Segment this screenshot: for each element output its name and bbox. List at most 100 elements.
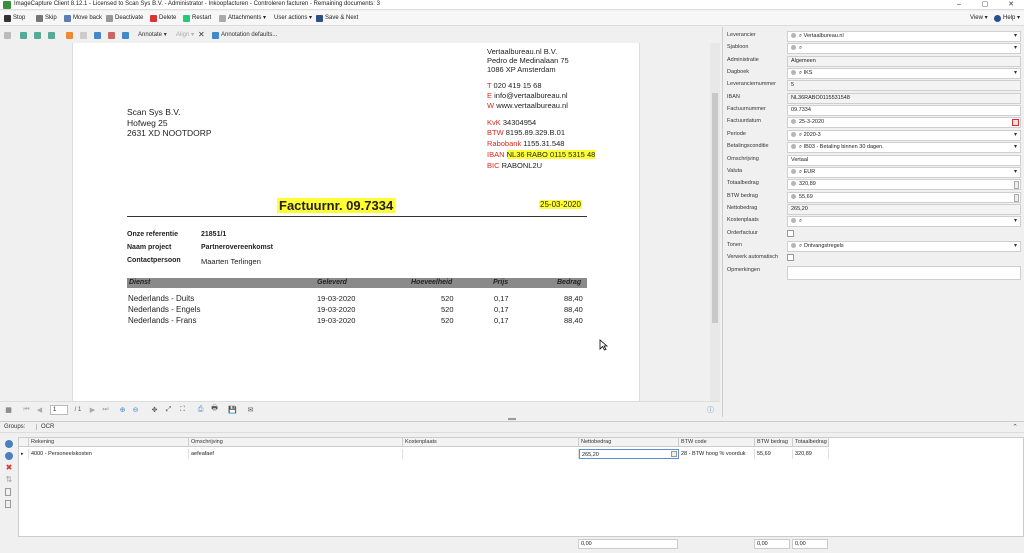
tab-ocr[interactable]: OCR [36,424,54,430]
delete-row-icon[interactable]: ✖ [5,464,13,472]
user-actions-button[interactable]: User actions ▾ [274,13,312,24]
copy-icon[interactable] [5,488,11,496]
col-btw-bedrag[interactable]: BTW bedrag [755,438,793,447]
collapse-icon[interactable]: ⌃ [1012,423,1018,431]
skip-button[interactable]: Skip [36,13,57,24]
orderfactuur-checkbox[interactable] [787,230,794,237]
help-menu[interactable]: Help ▾ [994,13,1020,24]
chevron-down-icon[interactable]: ▾ [1014,131,1017,140]
cell-btw-bedrag[interactable]: 55,69 [755,449,793,459]
opmerkingen-field[interactable] [787,266,1021,280]
btw-bedrag-field[interactable]: 55,69 [787,192,1021,203]
cell-omschrijving[interactable]: aefeafaef [189,449,403,459]
calculator-icon[interactable] [671,451,677,457]
leveranciernummer-field[interactable]: 5 [787,80,1021,91]
cell-totaalbedrag[interactable]: 320,89 [793,449,829,459]
add-row-icon[interactable] [5,440,13,448]
zoom-in-icon[interactable]: ⊕ [118,405,127,414]
scrollbar-thumb[interactable] [712,93,718,323]
first-page-icon[interactable]: ⏮ [22,405,31,414]
restart-button[interactable]: Restart [183,13,211,24]
last-page-icon[interactable]: ⏭ [101,405,110,414]
iban-field[interactable]: NL36RABO0115531548 [787,93,1021,104]
chevron-down-icon[interactable]: ▾ [1014,143,1017,152]
cell-kostenplaats[interactable] [403,449,579,459]
chevron-down-icon[interactable]: ▾ [1014,32,1017,41]
deactivate-button[interactable]: Deactivate [106,13,143,24]
leverancier-field[interactable]: ⌕ Vertaalbureau.nl ▾ [787,31,1021,42]
eraser-icon[interactable] [108,30,115,40]
tonen-field[interactable]: ⌕ Ontvangstregels ▾ [787,241,1021,252]
fit-page-icon[interactable]: ⛶ [178,405,187,414]
back-icon[interactable] [122,30,129,40]
clear-icon[interactable]: ✕ [198,30,205,40]
minimize-button[interactable]: – [948,0,970,10]
color-icon[interactable] [66,30,73,40]
align-menu[interactable]: Align ▾ [176,30,194,40]
nettobedrag-field[interactable]: 265,20 [787,204,1021,215]
chevron-down-icon[interactable]: ▾ [1014,69,1017,78]
calendar-icon[interactable] [1012,119,1019,126]
view-menu[interactable]: View ▾ [970,13,988,24]
betalingsconditie-field[interactable]: ⌕ IB03 - Betaling binnen 30 dagen. ▾ [787,142,1021,153]
chevron-down-icon[interactable]: ▾ [1014,44,1017,53]
move-back-button[interactable]: Move back [64,13,102,24]
spinner-icon[interactable] [1014,181,1019,189]
sjabloon-field[interactable]: ⌕ ▾ [787,43,1021,54]
save-page-icon[interactable]: 💾 [228,405,237,414]
scan-icon[interactable]: ⎙ [196,405,205,414]
rotate-right-icon[interactable] [34,30,41,40]
dagboek-field[interactable]: ⌕ IKS ▾ [787,68,1021,79]
fit-icon[interactable]: ✥ [150,405,159,414]
rotate-left-icon[interactable] [20,30,27,40]
next-page-icon[interactable]: ▶ [88,405,97,414]
verwerk-automatisch-checkbox[interactable] [787,254,794,261]
administratie-field[interactable]: Algemeen [787,56,1021,67]
page-number-input[interactable]: 1 [50,405,68,415]
attachments-button[interactable]: Attachments ▾ [219,13,266,24]
chevron-down-icon[interactable]: ▾ [1014,168,1017,177]
cell-rekening[interactable]: 4000 - Personeelskosten [29,449,189,459]
cell-nettobedrag[interactable]: 265,20 [579,449,679,459]
move-icon[interactable]: ⇅ [5,476,13,484]
factuurnummer-field[interactable]: 09.7334 [787,105,1021,116]
periode-field[interactable]: ⌕ 2020-3 ▾ [787,130,1021,141]
col-nettobedrag[interactable]: Nettobedrag [579,438,679,447]
remove-row-icon[interactable] [5,452,13,460]
table-row[interactable]: ▸ 4000 - Personeelskosten aefeafaef 265,… [19,449,829,459]
email-icon[interactable]: ✉ [246,405,255,414]
factuurdatum-field[interactable]: 25-3-2020 [787,117,1021,128]
col-totaalbedrag[interactable]: Totaalbedrag [793,438,829,447]
viewer-scrollbar[interactable] [710,43,720,401]
select-icon[interactable] [80,30,87,40]
close-button[interactable]: ✕ [1000,0,1022,10]
chevron-down-icon[interactable]: ▾ [1014,217,1017,226]
col-btw-code[interactable]: BTW code [679,438,755,447]
panel-splitter[interactable] [508,418,516,420]
prev-page-icon[interactable]: ◀ [35,405,44,414]
annotate-menu[interactable]: Annotate ▾ [138,30,167,40]
info-icon[interactable]: ⓘ [706,405,715,414]
maximize-button[interactable]: ▢ [974,0,996,10]
print-icon[interactable]: 🖶 [210,405,219,414]
page-icon[interactable] [4,30,11,40]
save-next-button[interactable]: Save & Next [316,13,358,24]
paste-icon[interactable] [5,500,11,508]
annotation-defaults-button[interactable]: Annotation defaults... [212,30,277,40]
zoom-out-icon[interactable]: ⊖ [131,405,140,414]
totaalbedrag-field[interactable]: 320,89 [787,179,1021,190]
omschrijving-field[interactable]: Vertaal [787,155,1021,166]
chevron-down-icon[interactable]: ▾ [1014,242,1017,251]
col-kostenplaats[interactable]: Kostenplaats [403,438,579,447]
flip-icon[interactable] [48,30,55,40]
stop-button[interactable]: Stop [4,13,25,24]
valuta-field[interactable]: ⌕ EUR ▾ [787,167,1021,178]
spinner-icon[interactable] [1014,194,1019,202]
cell-btw-code[interactable]: 28 - BTW hoog % voorduk [679,449,755,459]
thumbnails-icon[interactable]: ▦ [4,405,13,414]
fit-width-icon[interactable]: ⤢ [164,405,173,414]
col-omschrijving[interactable]: Omschrijving [189,438,403,447]
col-rekening[interactable]: Rekening [29,438,189,447]
delete-button[interactable]: Delete [150,13,176,24]
crop-icon[interactable] [94,30,101,40]
